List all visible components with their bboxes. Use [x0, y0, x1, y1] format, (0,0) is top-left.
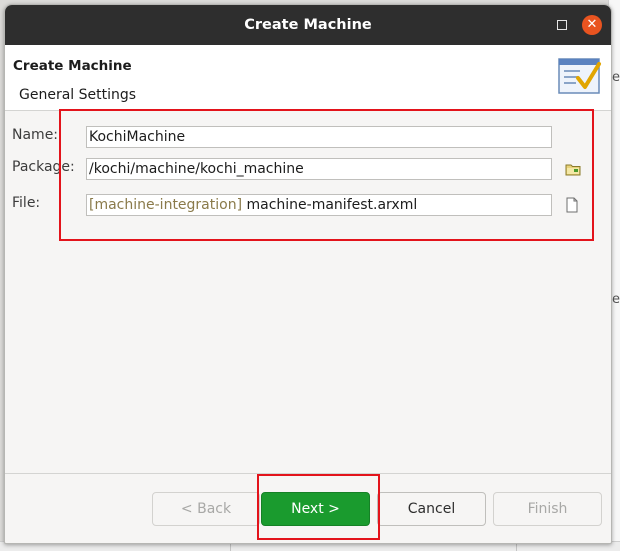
wizard-title: Create Machine [13, 58, 132, 74]
close-icon: ✕ [586, 17, 598, 32]
background-text: e [612, 70, 620, 85]
package-input[interactable]: /kochi/machine/kochi_machine [86, 158, 552, 180]
file-label: File: [12, 195, 41, 211]
name-input[interactable]: KochiMachine [86, 126, 552, 148]
back-label: < Back [180, 501, 232, 517]
file-icon[interactable] [565, 197, 579, 213]
finish-label: Finish [527, 501, 568, 517]
create-machine-dialog: Create Machine ✕ Create Machine General … [4, 4, 612, 544]
file-value: machine-manifest.arxml [246, 197, 418, 213]
cancel-button[interactable]: Cancel [377, 492, 486, 526]
wizard-subtitle: General Settings [19, 87, 137, 103]
cancel-label: Cancel [407, 501, 456, 517]
close-button[interactable]: ✕ [582, 15, 602, 35]
package-value: /kochi/machine/kochi_machine [89, 161, 304, 177]
finish-button[interactable]: Finish [493, 492, 602, 526]
dialog-titlebar[interactable]: Create Machine ✕ [5, 5, 611, 45]
folder-icon[interactable] [565, 162, 581, 176]
file-input[interactable]: [machine-integration] machine-manifest.a… [86, 194, 552, 216]
package-label: Package: [12, 159, 75, 175]
footer-separator [5, 473, 611, 474]
maximize-icon[interactable] [557, 20, 567, 30]
wizard-banner: Create Machine General Settings [5, 45, 611, 111]
file-prefix: [machine-integration] [89, 197, 243, 213]
back-button[interactable]: < Back [152, 492, 260, 526]
dialog-title: Create Machine [244, 17, 372, 33]
next-label: Next > [291, 501, 340, 517]
wizard-checklist-icon [558, 58, 601, 94]
next-button[interactable]: Next > [261, 492, 370, 526]
name-label: Name: [12, 127, 59, 143]
background-text: e [612, 292, 620, 307]
name-value: KochiMachine [89, 129, 186, 145]
